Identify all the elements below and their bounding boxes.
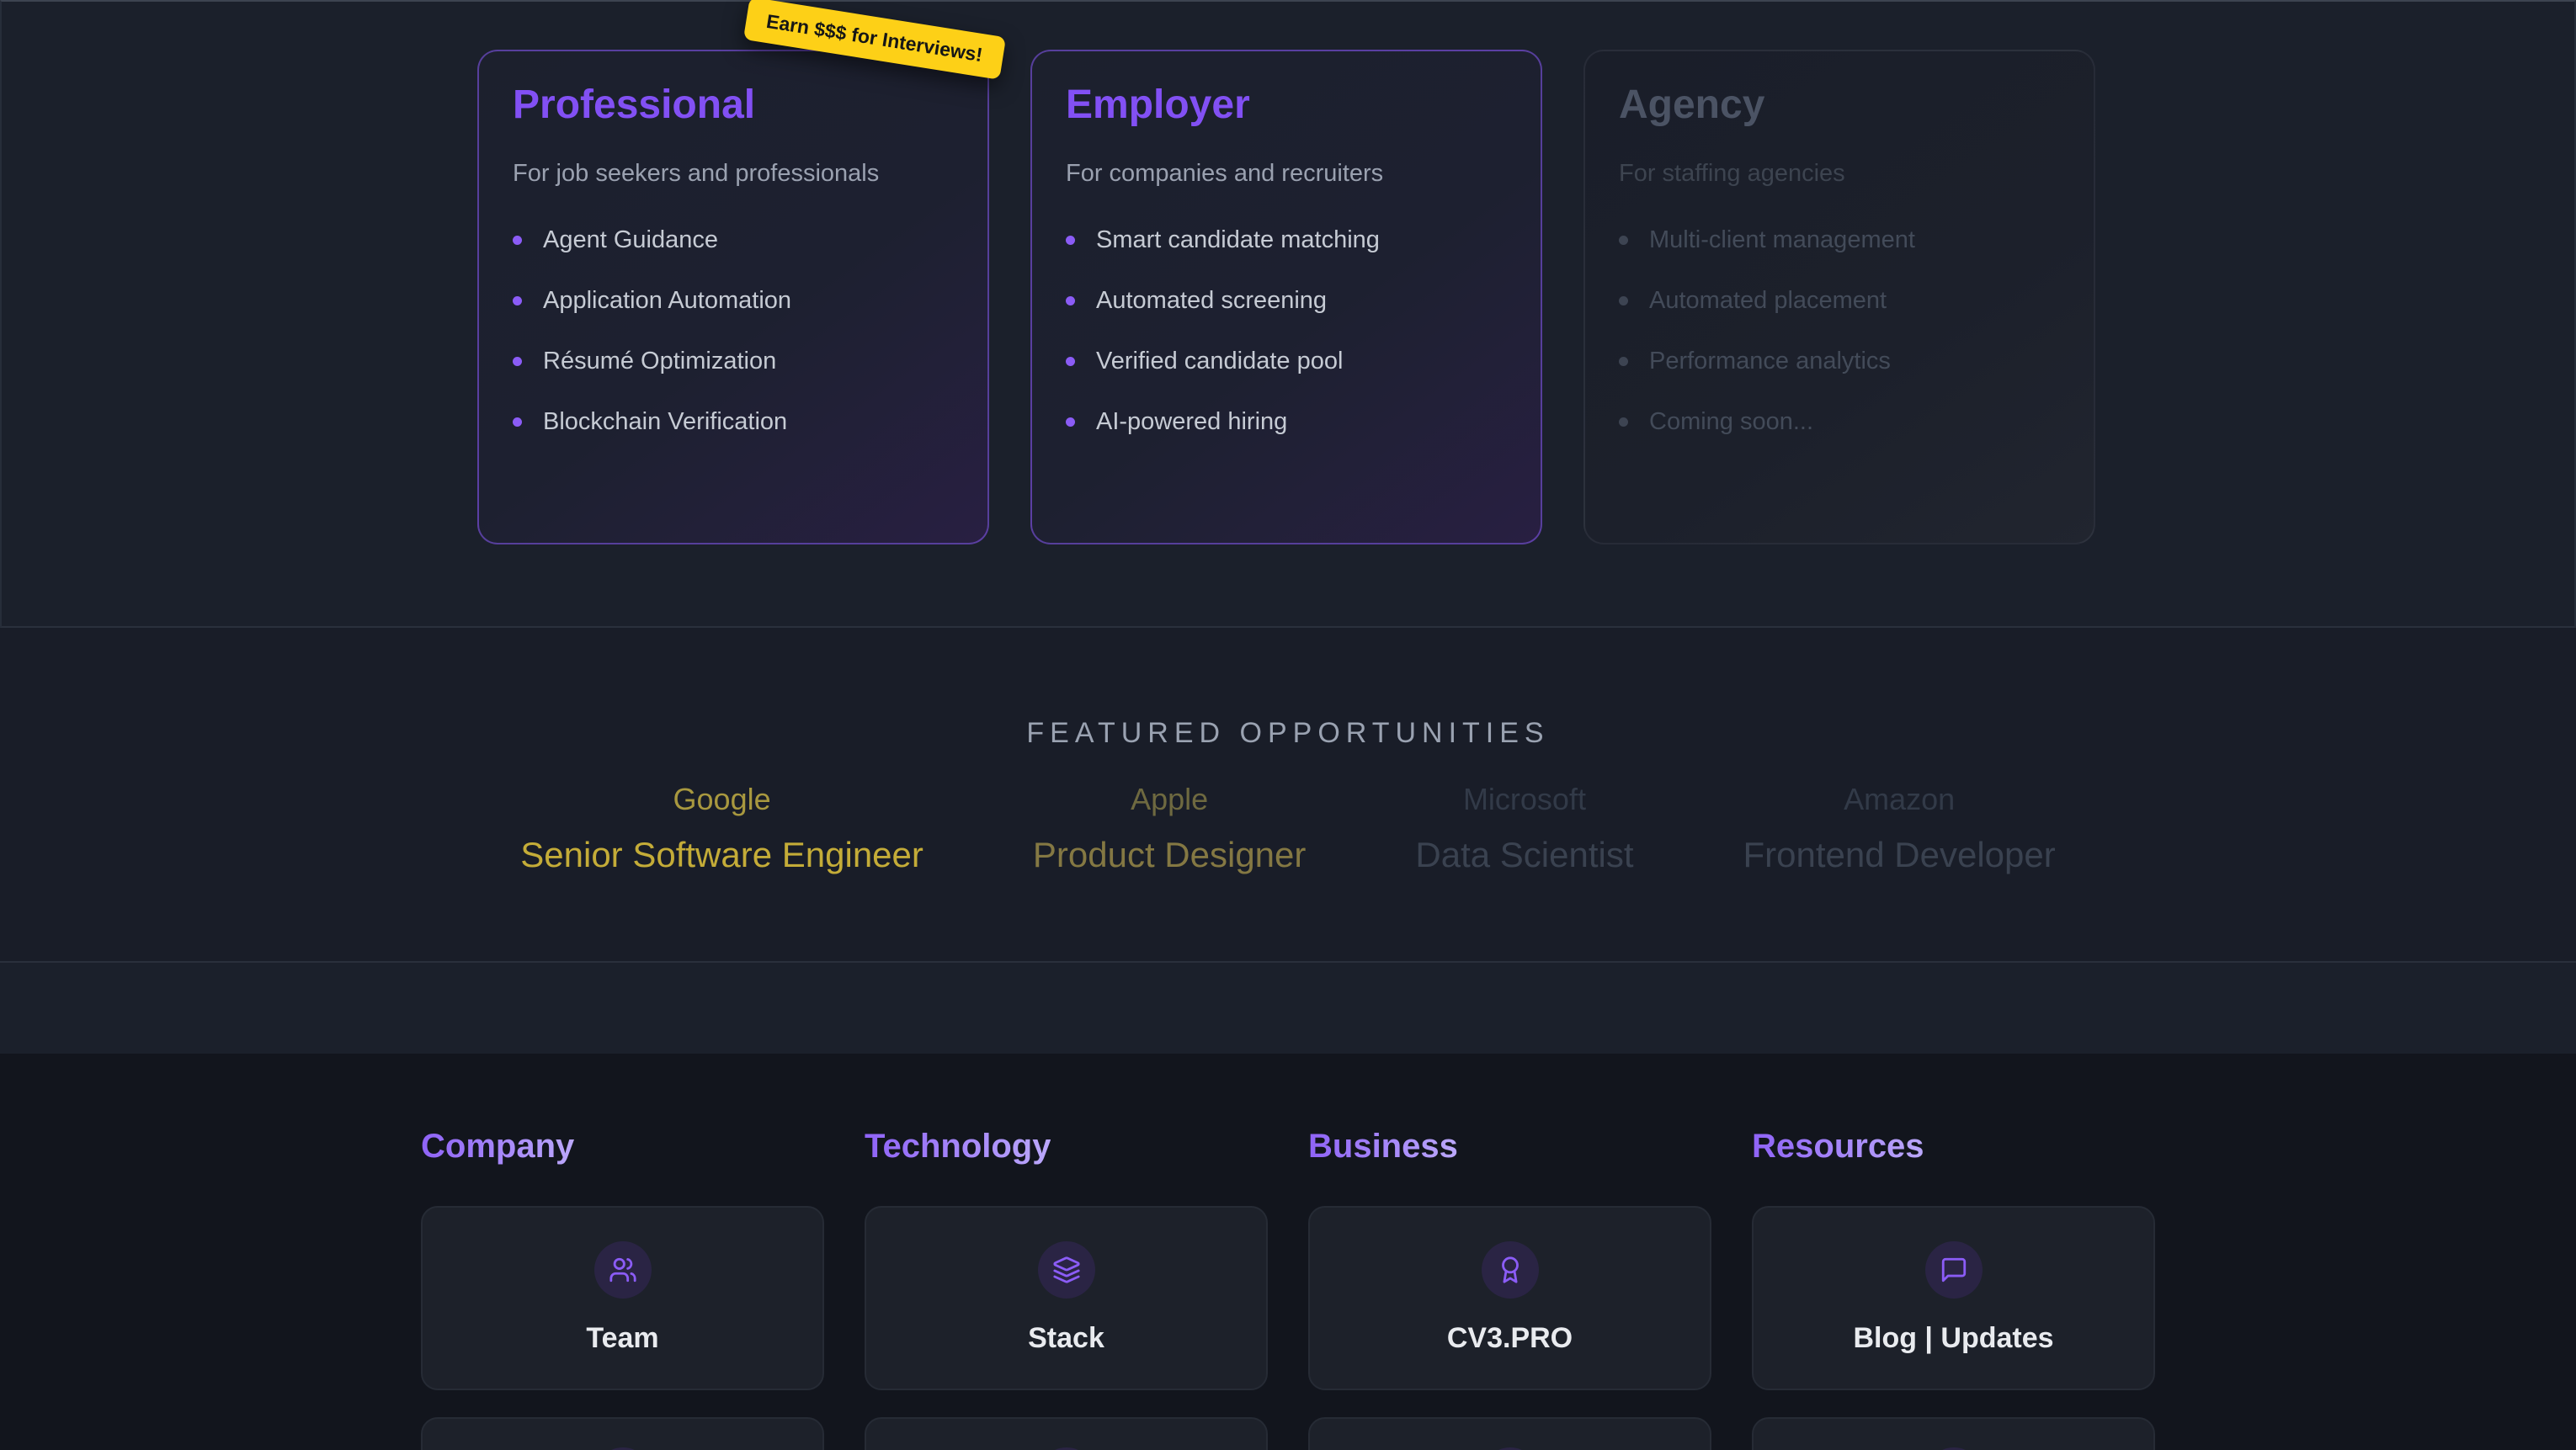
featured-section: FEATURED OPPORTUNITIES Google Senior Sof… <box>0 628 2576 963</box>
footer-link-card-partial[interactable] <box>1752 1417 2155 1450</box>
footer-column-heading: Technology <box>865 1128 1051 1166</box>
plan-feature-label: Application Automation <box>543 287 791 315</box>
plan-feature-label: AI-powered hiring <box>1096 408 1287 436</box>
bullet-dot-icon <box>513 417 522 427</box>
footer: Company Team Technology Stack Business C… <box>0 1054 2576 1450</box>
job-company: Google <box>520 782 923 817</box>
landing-page: Earn $$$ for Interviews! Professional Fo… <box>0 0 2576 1450</box>
footer-column-heading: Company <box>421 1128 574 1166</box>
featured-job[interactable]: Apple Product Designer <box>1033 782 1307 875</box>
plan-feature-label: Coming soon... <box>1649 408 1813 436</box>
spacer-strip <box>0 963 2576 1054</box>
plan-feature-item: Application Automation <box>513 287 954 315</box>
plan-cards-row: Earn $$$ for Interviews! Professional Fo… <box>477 2 2099 544</box>
bullet-dot-icon <box>1066 296 1075 305</box>
plan-feature-label: Performance analytics <box>1649 348 1891 375</box>
plan-feature-list: Smart candidate matching Automated scree… <box>1066 226 1507 436</box>
plan-feature-label: Automated screening <box>1096 287 1327 315</box>
featured-jobs-row: Google Senior Software Engineer Apple Pr… <box>0 782 2576 875</box>
bullet-dot-icon <box>513 236 522 245</box>
footer-column-heading: Business <box>1308 1128 1458 1166</box>
plan-feature-item: Blockchain Verification <box>513 408 954 436</box>
job-company: Microsoft <box>1415 782 1633 817</box>
plan-feature-item: Résumé Optimization <box>513 348 954 375</box>
footer-grid: Company Team Technology Stack Business C… <box>421 1128 2155 1450</box>
plan-subtitle: For companies and recruiters <box>1066 160 1507 188</box>
featured-title: FEATURED OPPORTUNITIES <box>0 628 2576 750</box>
job-company: Apple <box>1033 782 1307 817</box>
plans-section: Earn $$$ for Interviews! Professional Fo… <box>0 0 2576 628</box>
footer-column-business: Business CV3.PRO <box>1308 1128 1711 1450</box>
footer-card-label: Team <box>586 1322 658 1355</box>
plan-feature-list: Multi-client management Automated placem… <box>1619 226 2060 436</box>
footer-column-cards: Team <box>421 1206 824 1450</box>
footer-link-card[interactable]: Team <box>421 1206 824 1390</box>
plan-feature-label: Agent Guidance <box>543 226 718 254</box>
footer-link-card-partial[interactable] <box>865 1417 1268 1450</box>
bullet-dot-icon <box>1066 417 1075 427</box>
job-role: Frontend Developer <box>1743 835 2056 875</box>
plan-feature-label: Automated placement <box>1649 287 1887 315</box>
bullet-dot-icon <box>1066 236 1075 245</box>
footer-card-label: Stack <box>1028 1322 1104 1355</box>
footer-link-card-partial[interactable] <box>1308 1417 1711 1450</box>
message-square-icon <box>1925 1241 1983 1299</box>
footer-link-card[interactable]: Blog | Updates <box>1752 1206 2155 1390</box>
layers-icon <box>1038 1241 1095 1299</box>
job-company: Amazon <box>1743 782 2056 817</box>
footer-column-cards: Stack <box>865 1206 1268 1450</box>
footer-column-heading: Resources <box>1752 1128 1924 1166</box>
job-role: Data Scientist <box>1415 835 1633 875</box>
award-icon <box>1482 1241 1539 1299</box>
footer-link-card-partial[interactable] <box>421 1417 824 1450</box>
plan-feature-label: Résumé Optimization <box>543 348 776 375</box>
bullet-dot-icon <box>1619 417 1628 427</box>
featured-job[interactable]: Amazon Frontend Developer <box>1743 782 2056 875</box>
plan-feature-item: Multi-client management <box>1619 226 2060 254</box>
job-role: Product Designer <box>1033 835 1307 875</box>
bullet-dot-icon <box>1619 296 1628 305</box>
plan-feature-list: Agent Guidance Application Automation Ré… <box>513 226 954 436</box>
footer-card-label: Blog | Updates <box>1853 1322 2053 1355</box>
job-role: Senior Software Engineer <box>520 835 923 875</box>
plan-feature-label: Blockchain Verification <box>543 408 787 436</box>
featured-job[interactable]: Microsoft Data Scientist <box>1415 782 1633 875</box>
featured-job[interactable]: Google Senior Software Engineer <box>520 782 923 875</box>
footer-column-company: Company Team <box>421 1128 824 1450</box>
footer-column-resources: Resources Blog | Updates <box>1752 1128 2155 1450</box>
plan-subtitle: For job seekers and professionals <box>513 160 954 188</box>
plan-feature-item: Performance analytics <box>1619 348 2060 375</box>
bullet-dot-icon <box>1619 236 1628 245</box>
plan-feature-item: Automated screening <box>1066 287 1507 315</box>
plan-title: Professional <box>513 82 954 128</box>
plan-feature-item: Coming soon... <box>1619 408 2060 436</box>
bullet-dot-icon <box>1619 357 1628 366</box>
footer-column-cards: CV3.PRO <box>1308 1206 1711 1450</box>
plan-card-professional[interactable]: Professional For job seekers and profess… <box>477 50 989 544</box>
plan-feature-item: Automated placement <box>1619 287 2060 315</box>
footer-link-card[interactable]: Stack <box>865 1206 1268 1390</box>
plan-feature-label: Multi-client management <box>1649 226 1915 254</box>
plan-card-employer[interactable]: Employer For companies and recruiters Sm… <box>1030 50 1542 544</box>
bullet-dot-icon <box>513 357 522 366</box>
plan-feature-item: Smart candidate matching <box>1066 226 1507 254</box>
plan-feature-item: AI-powered hiring <box>1066 408 1507 436</box>
footer-column-cards: Blog | Updates <box>1752 1206 2155 1450</box>
plan-feature-label: Smart candidate matching <box>1096 226 1380 254</box>
footer-card-label: CV3.PRO <box>1447 1322 1573 1355</box>
plan-card-agency[interactable]: Agency For staffing agencies Multi-clien… <box>1583 50 2095 544</box>
plan-feature-item: Agent Guidance <box>513 226 954 254</box>
footer-link-card[interactable]: CV3.PRO <box>1308 1206 1711 1390</box>
plan-title: Agency <box>1619 82 2060 128</box>
users-icon <box>594 1241 652 1299</box>
footer-column-technology: Technology Stack <box>865 1128 1268 1450</box>
plan-title: Employer <box>1066 82 1507 128</box>
bullet-dot-icon <box>1066 357 1075 366</box>
plan-subtitle: For staffing agencies <box>1619 160 2060 188</box>
plan-feature-item: Verified candidate pool <box>1066 348 1507 375</box>
plan-feature-label: Verified candidate pool <box>1096 348 1343 375</box>
bullet-dot-icon <box>513 296 522 305</box>
